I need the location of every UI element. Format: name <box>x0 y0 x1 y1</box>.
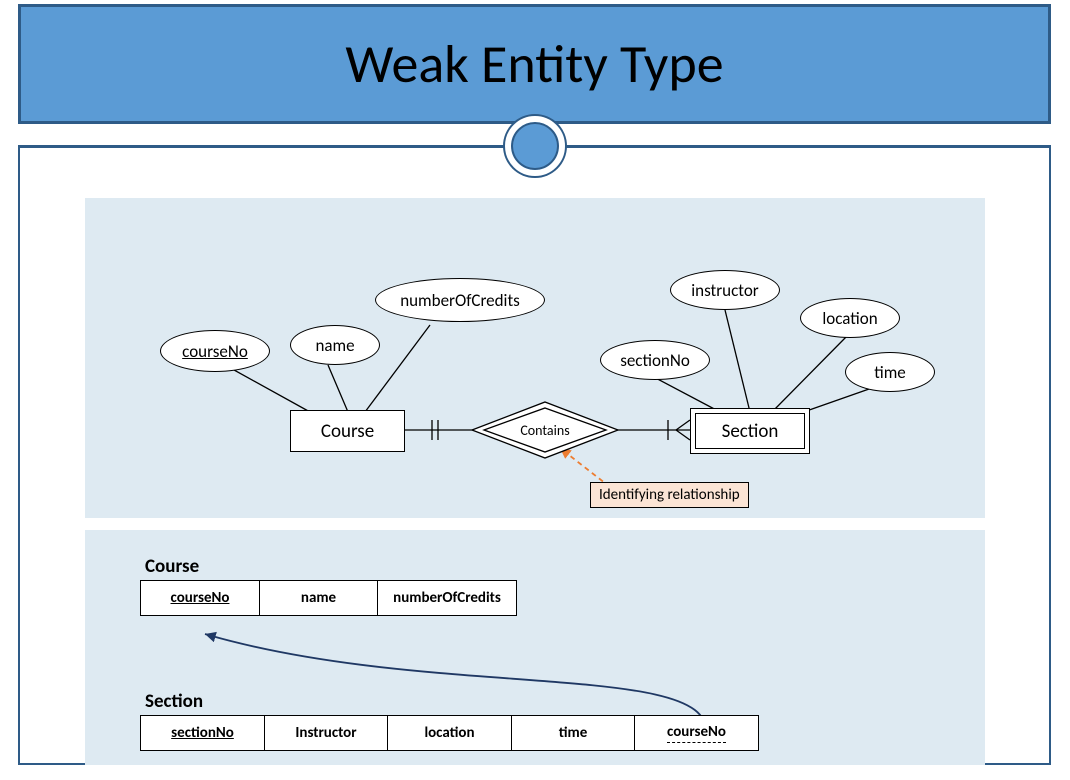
cell-text: location <box>424 724 474 742</box>
attribute-courseNo: courseNo <box>160 330 270 372</box>
table-cell: sectionNo <box>140 715 265 751</box>
attribute-label: instructor <box>691 280 758 301</box>
entity-course: Course <box>290 410 405 452</box>
attribute-name: name <box>290 325 380 365</box>
callout-text: Identifying relationship <box>599 486 740 504</box>
relationship-label: Contains <box>520 422 569 439</box>
schema-title-course: Course <box>145 555 199 578</box>
decorative-circle <box>505 116 565 176</box>
table-cell: time <box>511 715 636 751</box>
attribute-time: time <box>845 352 935 392</box>
table-cell: location <box>387 715 512 751</box>
page-title: Weak Entity Type <box>345 31 723 97</box>
attribute-label: location <box>822 308 877 329</box>
attribute-numberOfCredits: numberOfCredits <box>375 278 545 322</box>
callout-identifying-relationship: Identifying relationship <box>590 482 749 508</box>
entity-label: Course <box>321 420 374 443</box>
cell-text: courseNo <box>667 723 726 743</box>
cell-text: numberOfCredits <box>393 589 501 607</box>
entity-label: Section <box>722 420 779 443</box>
cell-text: Instructor <box>295 724 356 742</box>
attribute-label: name <box>315 335 354 356</box>
table-cell: courseNo <box>140 580 260 616</box>
relationship-contains: Contains <box>470 400 620 460</box>
table-cell: Instructor <box>264 715 389 751</box>
attribute-label: sectionNo <box>620 350 690 371</box>
schema-table-course: courseNo name numberOfCredits <box>140 580 517 616</box>
cell-text: time <box>559 724 588 742</box>
schema-title-section: Section <box>145 690 203 713</box>
cell-text: name <box>301 589 336 607</box>
attribute-label: numberOfCredits <box>400 290 520 311</box>
attribute-instructor: instructor <box>670 270 780 310</box>
attribute-location: location <box>800 298 900 338</box>
table-cell: name <box>259 580 379 616</box>
cell-text: sectionNo <box>171 724 234 742</box>
attribute-sectionNo: sectionNo <box>600 340 710 380</box>
attribute-label: time <box>874 362 906 383</box>
entity-section-weak: Section <box>690 408 810 454</box>
schema-table-section: sectionNo Instructor location time cours… <box>140 715 759 751</box>
table-cell: numberOfCredits <box>377 580 517 616</box>
attribute-label: courseNo <box>182 341 248 362</box>
table-cell: courseNo <box>634 715 759 751</box>
title-banner: Weak Entity Type <box>18 4 1051 124</box>
cell-text: courseNo <box>171 589 230 607</box>
